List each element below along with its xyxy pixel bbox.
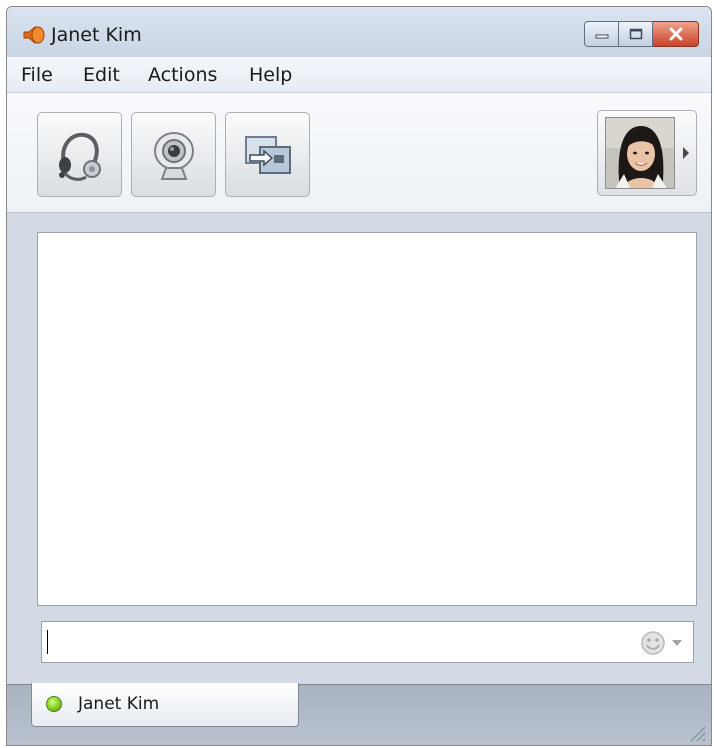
chat-window: Janet Kim File Edit Actions Help Janet K… <box>6 6 712 746</box>
tab-label: Janet Kim <box>78 694 160 714</box>
toolbar <box>7 93 711 213</box>
text-caret <box>47 630 48 654</box>
message-input[interactable] <box>50 628 624 658</box>
menu-actions[interactable]: Actions <box>148 64 217 86</box>
tab-janet-kim[interactable]: Janet Kim <box>31 683 299 727</box>
close-button[interactable] <box>653 21 699 47</box>
minimize-button[interactable] <box>584 21 619 47</box>
close-icon <box>669 27 682 41</box>
share-screen-icon <box>244 135 291 174</box>
headset-icon <box>58 132 101 181</box>
share-button[interactable] <box>225 112 310 197</box>
maximize-button[interactable] <box>619 21 653 47</box>
avatar <box>605 117 675 189</box>
online-status-icon <box>46 696 62 712</box>
title-bar[interactable]: Janet Kim <box>7 7 711 57</box>
avatar-menu-arrow-icon[interactable] <box>683 147 689 159</box>
window-controls <box>584 21 699 47</box>
emoticon-dropdown-icon[interactable] <box>672 640 682 646</box>
window-title: Janet Kim <box>51 24 142 46</box>
menu-file[interactable]: File <box>21 64 53 86</box>
message-compose-box[interactable] <box>41 621 694 663</box>
menu-bar: File Edit Actions Help <box>7 57 711 93</box>
menu-help[interactable]: Help <box>249 64 292 86</box>
conversation-history[interactable] <box>37 232 697 606</box>
smiley-icon[interactable] <box>640 630 666 656</box>
menu-edit[interactable]: Edit <box>83 64 120 86</box>
minimize-icon <box>595 34 608 39</box>
maximize-icon <box>629 28 642 40</box>
app-speaker-icon <box>23 25 45 45</box>
voice-call-button[interactable] <box>37 112 122 197</box>
resize-grip-icon[interactable] <box>685 721 707 743</box>
conversation-tab-strip: Janet Kim <box>7 683 711 745</box>
contact-photo <box>606 118 674 188</box>
video-call-button[interactable] <box>131 112 216 197</box>
webcam-icon <box>153 131 194 180</box>
contact-avatar-button[interactable] <box>597 110 697 196</box>
